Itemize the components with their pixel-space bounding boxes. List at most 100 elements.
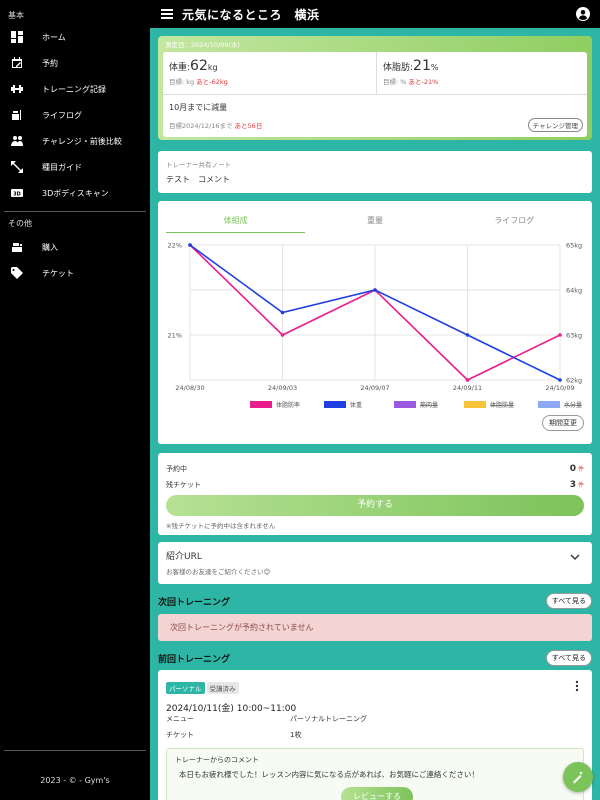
sidebar-item-3d-scan[interactable]: 3D 3Dボディスキャン (0, 180, 150, 206)
chart-data-point (558, 378, 562, 382)
menu-icon[interactable] (160, 7, 174, 21)
prev-training-tags: パーソナル 受講済み (166, 676, 584, 695)
prev-training-datetime: 2024/10/11(金) 10:00~11:00 (166, 704, 297, 714)
weight-target: 目標: kg (169, 78, 195, 86)
sidebar-item-training-log[interactable]: トレーニング記録 (0, 76, 150, 102)
weight-value-line: 体重:62kg (169, 58, 370, 74)
trainer-comment-text: 本日もお疲れ様でした！レッスン内容に気になる点があれば、お気軽にご連絡ください！ (179, 770, 479, 779)
svg-text:3D: 3D (13, 191, 21, 197)
prev-training-title: 前回トレーニング (158, 655, 231, 665)
tab-lifelog[interactable]: ライフログ (445, 211, 584, 233)
sidebar: 基本 ホーム 予約 トレーニング記録 ライフログ チャレンジ・前後比較 種目ガイ… (0, 0, 150, 800)
sidebar-item-purchase[interactable]: 購入 (0, 234, 150, 260)
chart-x-tick-label: 24/09/07 (360, 384, 389, 392)
menu-row: メニュー パーソナルトレーニング (166, 714, 367, 724)
chart-legend-label: 体重 (350, 401, 362, 409)
sidebar-item-label: トレーニング記録 (42, 84, 106, 94)
sidebar-item-label: 種目ガイド (42, 162, 82, 172)
app-title: 元気になるところ 横浜 (182, 7, 320, 22)
menu-label: メニュー (166, 715, 194, 723)
sidebar-item-label: チャレンジ・前後比較 (42, 136, 122, 146)
trainer-comment-box: トレーナーからのコメント 本日もお疲れ様でした！レッスン内容に気になる点があれば… (166, 748, 584, 800)
chart-x-tick-label: 24/10/09 (545, 384, 574, 392)
next-training-title: 次回トレーニング (158, 598, 231, 608)
period-change-button[interactable]: 期間変更 (542, 415, 584, 431)
sidebar-item-exercise-guide[interactable]: 種目ガイド (0, 154, 150, 180)
prev-training-see-all-button[interactable]: すべて見る (545, 650, 592, 666)
ticket-used-row: チケット 1枚 (166, 730, 301, 740)
next-training-see-all-button[interactable]: すべて見る (545, 593, 592, 609)
reserved-label: 予約中 (166, 465, 187, 473)
chart-y-left-tick-label: 22% (168, 242, 182, 250)
summary-divider (163, 94, 587, 95)
chart-legend-label: 水分量 (564, 401, 582, 409)
goal-text: 10月までに減量 (169, 103, 228, 112)
chart-tabs: 体組成 重量 ライフログ (166, 211, 584, 233)
app-root: 基本 ホーム 予約 トレーニング記録 ライフログ チャレンジ・前後比較 種目ガイ… (0, 0, 600, 800)
bodyfat-target: 目標: % (383, 78, 407, 86)
sidebar-item-label: ライフログ (42, 110, 82, 120)
body-composition-chart: 24/08/30 24/09/03 24/09/07 24/09/11 24/10/09… (168, 242, 583, 410)
account-icon[interactable] (576, 7, 590, 21)
weight-target-line: 目標: kg あと-62kg (169, 76, 370, 86)
bodyfat-value: 21 (413, 58, 431, 74)
bodyfat-unit: % (430, 63, 439, 72)
sidebar-item-lifelog[interactable]: ライフログ (0, 102, 150, 128)
summary-inner: 体重:62kg 目標: kg あと-62kg 体脂肪:21% 目標: % あと-… (163, 52, 587, 137)
ticket-used-value: 1枚 (290, 731, 302, 739)
chevron-down-icon[interactable] (570, 552, 580, 562)
reserved-row: 予約中 0件 (166, 461, 584, 477)
chart-data-point (280, 333, 285, 337)
trainer-note-card: トレーナー共有ノート テスト コメント (158, 151, 592, 193)
fab-edit-button[interactable] (563, 762, 593, 792)
weight-stat: 体重:62kg 目標: kg あと-62kg (163, 52, 377, 94)
chart-legend-swatch (538, 401, 560, 408)
training-status-tag: 受講済み (206, 682, 239, 694)
bodyfat-value-line: 体脂肪:21% (383, 58, 581, 74)
tab-weight[interactable]: 重量 (305, 211, 444, 233)
people-icon (10, 134, 24, 148)
sidebar-item-ticket[interactable]: チケット (0, 260, 150, 286)
training-type-tag: パーソナル (166, 682, 205, 694)
chart-data-point (465, 378, 470, 382)
ticket-row: 残チケット 3件 (166, 477, 584, 493)
weight-unit: kg (207, 63, 218, 72)
menu-value: パーソナルトレーニング (290, 715, 367, 723)
chart-x-tick-label: 24/09/11 (453, 384, 482, 392)
sidebar-section-basic: 基本 (8, 11, 24, 20)
measure-date: 測定日：2024/10/09(水) (165, 41, 241, 49)
reserve-button[interactable]: 予約する (166, 495, 584, 516)
chart-legend-swatch (250, 401, 272, 408)
chart-card: 体組成 重量 ライフログ 24/08/30 24/09/03 24/09/07 24/… (158, 201, 592, 444)
sidebar-item-challenge[interactable]: チャレンジ・前後比較 (0, 128, 150, 154)
goal-date: 目標2024/12/16まで (169, 122, 233, 130)
goal-remaining: あと56日 (234, 122, 263, 130)
ticket-label: 残チケット (166, 481, 201, 489)
expand-arrows-icon (10, 160, 24, 174)
review-button[interactable]: レビューする (341, 787, 413, 800)
bodyfat-stat: 体脂肪:21% 目標: % あと-21% (377, 52, 587, 94)
ticket-unit: 件 (577, 482, 584, 489)
ticket-count-wrap: 3件 (570, 480, 584, 490)
sidebar-item-reservation[interactable]: 予約 (0, 50, 150, 76)
top-bar: 元気になるところ 横浜 (150, 0, 600, 28)
chart-legend-swatch (394, 401, 416, 408)
prev-training-card: パーソナル 受講済み 2024/10/11(金) 10:00~11:00 メニュー… (158, 670, 592, 800)
ticket-used-label: チケット (166, 731, 194, 739)
note-label: トレーナー共有ノート (166, 161, 231, 169)
dumbbell-icon (10, 82, 24, 96)
tab-body-composition[interactable]: 体組成 (166, 211, 306, 233)
goal-deadline: 目標2024/12/16まで あと56日 (169, 120, 262, 130)
challenge-manage-button[interactable]: チャレンジ管理 (527, 118, 583, 132)
bodyfat-label: 体脂肪: (383, 63, 414, 73)
more-vert-icon[interactable] (572, 680, 582, 692)
sidebar-item-label: チケット (42, 268, 74, 278)
chart-legend-label: 体脂肪量 (490, 401, 514, 409)
sidebar-item-home[interactable]: ホーム (0, 24, 150, 50)
intro-url-card[interactable]: 紹介URL お客様のお友達をご紹介ください😊 (158, 542, 592, 584)
sidebar-item-label: 3Dボディスキャン (42, 188, 109, 198)
next-training-empty-alert: 次回トレーニングが予約されていません (158, 614, 592, 641)
chart-data-point (558, 333, 562, 337)
chart-data-point (280, 310, 285, 315)
intro-title: 紹介URL (166, 552, 202, 562)
